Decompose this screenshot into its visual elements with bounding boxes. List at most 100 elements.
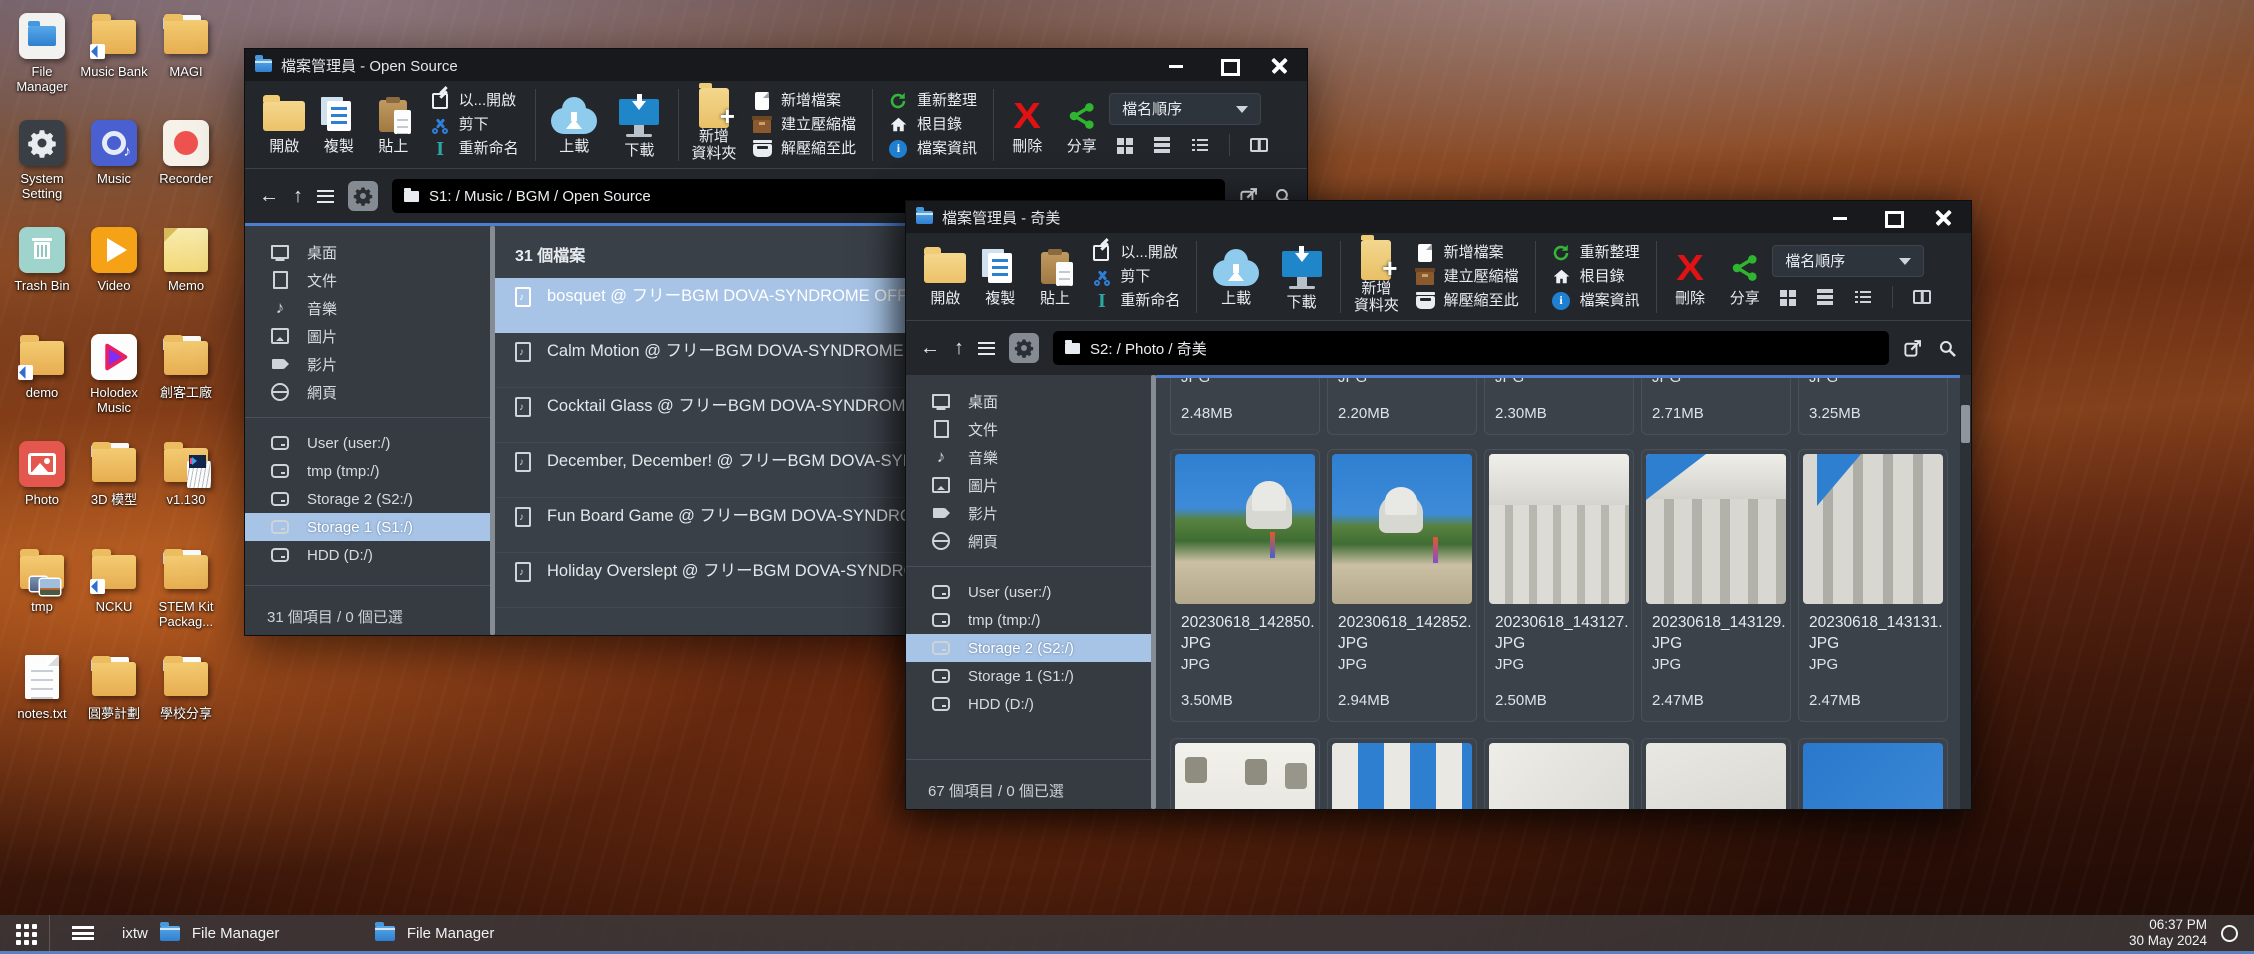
new-folder-button[interactable]: 新增 資料夾: [1347, 238, 1405, 316]
open-with-button[interactable]: 以...開啟: [431, 91, 519, 110]
desktop-icon-system-setting[interactable]: System Setting: [6, 119, 78, 226]
menu-button[interactable]: [317, 190, 334, 203]
sidebar-item-music[interactable]: ♪音樂: [906, 443, 1156, 471]
paste-button[interactable]: 貼上: [366, 86, 421, 164]
sidebar-item-drive-4[interactable]: HDD (D:/): [245, 541, 495, 569]
view-list-button[interactable]: [1153, 137, 1171, 153]
upload-button[interactable]: 上載: [1203, 238, 1268, 316]
menu-button[interactable]: [978, 342, 995, 355]
photo-cell[interactable]: 20230618_143127.JPGJPG2.50MB: [1484, 449, 1634, 722]
rename-button[interactable]: I 重新命名: [1092, 291, 1180, 310]
sidebar-item-drive-1[interactable]: tmp (tmp:/): [906, 606, 1156, 634]
sort-order-dropdown[interactable]: 檔名順序: [1109, 93, 1261, 125]
file-info-button[interactable]: i 檔案資訊: [1552, 291, 1640, 310]
view-dual-pane-button[interactable]: [1913, 289, 1931, 305]
open-button[interactable]: 開啟: [918, 238, 973, 316]
sidebar-item-drive-3[interactable]: Storage 1 (S1:/): [906, 662, 1156, 690]
photo-cell-partial[interactable]: 9.JPGJPG3.25MB: [1798, 375, 1948, 435]
new-file-button[interactable]: 新增檔案: [753, 91, 856, 110]
view-grid-button[interactable]: [1778, 289, 1796, 305]
delete-button[interactable]: X 刪除: [1000, 86, 1055, 164]
minimize-button[interactable]: [1167, 57, 1185, 73]
scrollbar-thumb[interactable]: [1961, 405, 1970, 443]
photo-cell-partial[interactable]: [1170, 738, 1320, 809]
sidebar-item-drive-2[interactable]: Storage 2 (S2:/): [906, 634, 1156, 662]
view-detail-button[interactable]: [1854, 289, 1872, 305]
view-grid-button[interactable]: [1115, 137, 1133, 153]
sidebar-item-web[interactable]: 網頁: [906, 527, 1156, 555]
task-file-manager-2[interactable]: File Manager: [363, 915, 578, 951]
photo-cell-partial[interactable]: [1327, 738, 1477, 809]
extract-here-button[interactable]: 解壓縮至此: [753, 139, 856, 158]
refresh-button[interactable]: 重新整理: [1552, 243, 1640, 262]
sidebar-item-drive-1[interactable]: tmp (tmp:/): [245, 457, 495, 485]
path-field[interactable]: S2: / Photo / 奇美: [1053, 331, 1889, 365]
app-launcher-button[interactable]: [0, 915, 50, 951]
titlebar[interactable]: 檔案管理員 - Open Source: [245, 49, 1307, 81]
view-list-button[interactable]: [1816, 289, 1834, 305]
sidebar-item-videos[interactable]: 影片: [906, 499, 1156, 527]
desktop-icon-music-bank[interactable]: Music Bank: [78, 12, 150, 119]
create-archive-button[interactable]: 建立壓縮檔: [753, 115, 856, 134]
desktop-icon-stem-kit-packag-[interactable]: STEM Kit Packag...: [150, 547, 222, 654]
desktop-icon-tmp[interactable]: tmp: [6, 547, 78, 654]
root-button[interactable]: 根目錄: [889, 115, 977, 134]
sidebar-item-web[interactable]: 網頁: [245, 378, 495, 406]
download-button[interactable]: 下載: [607, 86, 672, 164]
desktop-icon-學校分享[interactable]: 學校分享: [150, 654, 222, 761]
sidebar-item-desktop[interactable]: 桌面: [906, 387, 1156, 415]
maximize-button[interactable]: [1219, 57, 1237, 73]
photo-cell-partial[interactable]: 1.JPGJPG2.20MB: [1327, 375, 1477, 435]
copy-button[interactable]: 複製: [973, 238, 1028, 316]
sidebar-item-drive-3[interactable]: Storage 1 (S1:/): [245, 513, 495, 541]
refresh-button[interactable]: 重新整理: [889, 91, 977, 110]
sidebar-item-music[interactable]: ♪音樂: [245, 294, 495, 322]
close-button[interactable]: [1271, 57, 1289, 73]
copy-button[interactable]: 複製: [312, 86, 367, 164]
back-button[interactable]: ←: [259, 186, 279, 206]
file-info-button[interactable]: i 檔案資訊: [889, 139, 977, 158]
up-button[interactable]: ↑: [293, 186, 303, 206]
sidebar-item-drive-4[interactable]: HDD (D:/): [906, 690, 1156, 718]
root-button[interactable]: 根目錄: [1552, 267, 1640, 286]
delete-button[interactable]: X 刪除: [1663, 238, 1718, 316]
desktop-icon-圓夢計劃[interactable]: 圓夢計劃: [78, 654, 150, 761]
desktop-icon-ncku[interactable]: NCKU: [78, 547, 150, 654]
paste-button[interactable]: 貼上: [1028, 238, 1083, 316]
desktop-icon-3d-模型[interactable]: 3D 模型: [78, 440, 150, 547]
desktop-icon-holodex-music[interactable]: Holodex Music: [78, 333, 150, 440]
desktop-icon-file-manager[interactable]: File Manager: [6, 12, 78, 119]
photo-cell[interactable]: 20230618_142850.JPGJPG3.50MB: [1170, 449, 1320, 722]
open-button[interactable]: 開啟: [257, 86, 312, 164]
task-file-manager-1[interactable]: File Manager: [148, 915, 363, 951]
rename-button[interactable]: I 重新命名: [431, 139, 519, 158]
photo-cell-partial[interactable]: [1484, 738, 1634, 809]
photo-cell[interactable]: 20230618_143129.JPGJPG2.47MB: [1641, 449, 1791, 722]
maximize-button[interactable]: [1883, 209, 1901, 225]
sidebar-item-documents[interactable]: 文件: [906, 415, 1156, 443]
upload-button[interactable]: 上載: [542, 86, 607, 164]
sidebar-item-videos[interactable]: 影片: [245, 350, 495, 378]
minimize-button[interactable]: [1831, 209, 1849, 225]
view-dual-pane-button[interactable]: [1250, 137, 1268, 153]
desktop-icon-v1-130[interactable]: v1.130: [150, 440, 222, 547]
extract-here-button[interactable]: 解壓縮至此: [1416, 291, 1519, 310]
desktop-icon-music[interactable]: ♪Music: [78, 119, 150, 226]
view-detail-button[interactable]: [1191, 137, 1209, 153]
back-button[interactable]: ←: [920, 338, 940, 358]
sidebar-item-documents[interactable]: 文件: [245, 266, 495, 294]
photo-cell-partial[interactable]: 8.JPGJPG2.71MB: [1641, 375, 1791, 435]
desktop-icon-trash-bin[interactable]: Trash Bin: [6, 226, 78, 333]
create-archive-button[interactable]: 建立壓縮檔: [1416, 267, 1519, 286]
status-circle-icon[interactable]: [2221, 925, 2238, 942]
clock[interactable]: 06:37 PM 30 May 2024: [2129, 917, 2207, 949]
desktop-icon-magi[interactable]: MAGI: [150, 12, 222, 119]
sidebar-item-drive-0[interactable]: User (user:/): [245, 429, 495, 457]
share-button[interactable]: 分享: [1717, 238, 1772, 316]
vertical-scrollbar[interactable]: [1960, 375, 1971, 809]
photo-cell-partial[interactable]: 2.JPGJPG2.30MB: [1484, 375, 1634, 435]
titlebar[interactable]: 檔案管理員 - 奇美: [906, 201, 1971, 233]
settings-gear-button[interactable]: [1009, 333, 1039, 363]
edit-path-button[interactable]: [1903, 339, 1922, 358]
cut-button[interactable]: 剪下: [1092, 267, 1180, 286]
